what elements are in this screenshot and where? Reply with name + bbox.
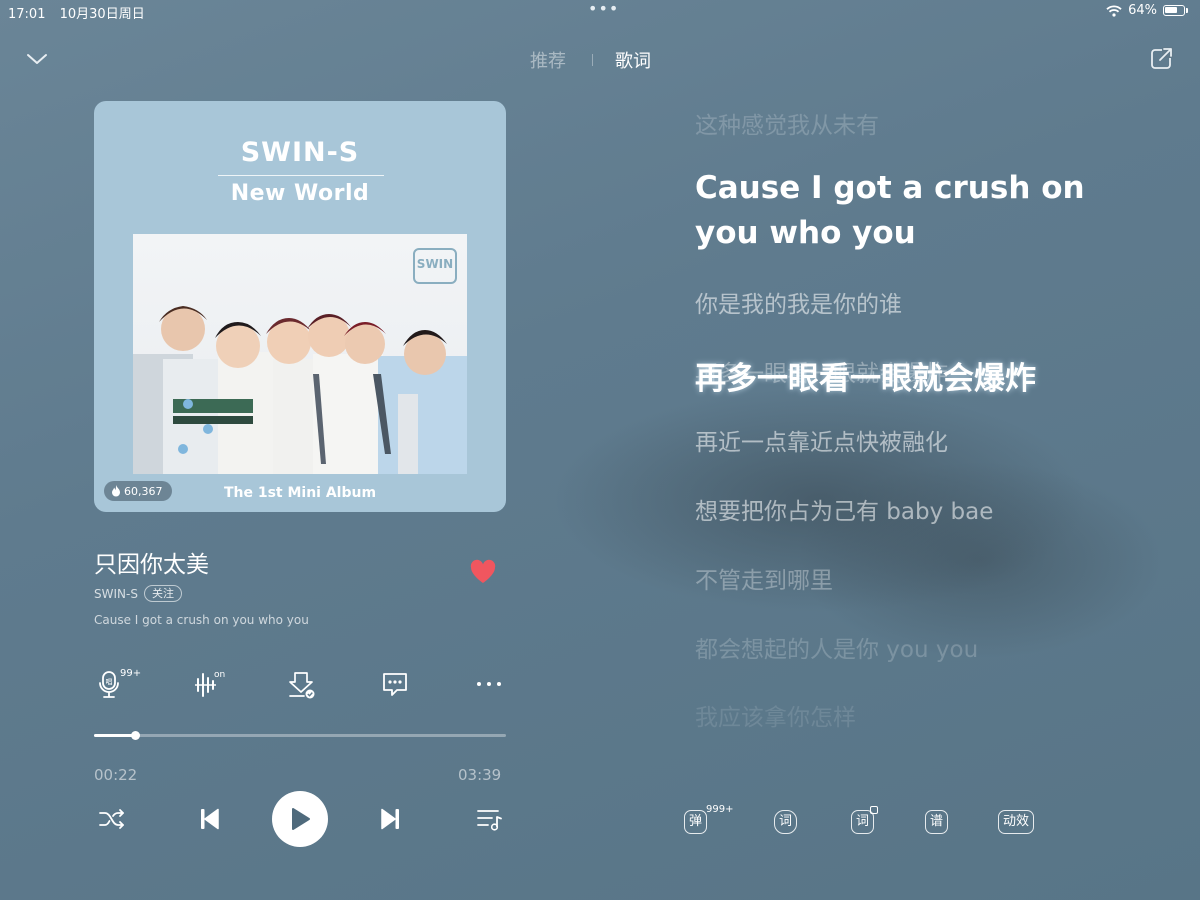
comment-icon — [383, 673, 407, 696]
lyric-line-current[interactable]: Cause I got a crush on you who you — [695, 166, 1115, 256]
heart-icon — [470, 559, 496, 583]
artist-row: SWIN-S 关注 — [94, 585, 182, 602]
effect-button[interactable]: 动效 — [998, 806, 1035, 838]
battery-percent: 64% — [1128, 3, 1157, 18]
time-total: 03:39 — [458, 766, 502, 784]
status-bar-right: 64% — [1106, 3, 1188, 18]
previous-button[interactable] — [198, 806, 222, 832]
album-title-text: New World — [230, 181, 370, 206]
progress-knob[interactable] — [131, 731, 141, 740]
lyric-line-highlight[interactable]: 再多一眼看一眼就会爆炸 — [695, 353, 1036, 398]
tab-recommend[interactable]: 推荐 — [530, 47, 566, 73]
album-divider — [218, 175, 384, 176]
battery-tip — [1186, 8, 1188, 13]
lyric-line[interactable]: 再近一点靠近点快被融化 — [695, 423, 948, 457]
download-button[interactable] — [286, 669, 320, 703]
artist-name[interactable]: SWIN-S — [94, 587, 138, 601]
more-dots-icon — [477, 682, 501, 686]
progress-slider[interactable] — [94, 731, 506, 740]
next-button[interactable] — [378, 806, 402, 832]
status-time: 17:01 — [8, 7, 46, 22]
tab-lyrics[interactable]: 歌词 — [615, 47, 651, 73]
lyric-word-label: 词 — [774, 810, 798, 834]
danmaku-button[interactable]: 弹 999+ — [684, 804, 733, 838]
sound-effect-button[interactable]: on — [192, 669, 226, 703]
wifi-icon — [1106, 4, 1122, 17]
shuffle-icon — [99, 809, 124, 829]
download-check-icon — [289, 672, 315, 699]
status-bar-left: 17:01 10月30日周日 — [8, 3, 155, 22]
score-button[interactable]: 谱 — [925, 806, 949, 838]
lyric-word-button[interactable]: 词 — [774, 806, 798, 838]
album-cover[interactable]: SWIN-S New World SWIN 60,367 The 1st Min… — [94, 101, 506, 512]
tab-divider — [592, 54, 593, 66]
skip-previous-icon — [201, 808, 219, 830]
danmaku-label: 弹 — [684, 810, 708, 834]
effect-label: 动效 — [998, 810, 1035, 834]
progress-fill — [94, 734, 136, 737]
sing-button[interactable]: 唱 99+ — [94, 668, 141, 703]
skip-next-icon — [381, 808, 399, 830]
comment-button[interactable] — [380, 669, 414, 703]
status-date: 10月30日周日 — [59, 7, 145, 22]
battery-icon — [1163, 5, 1185, 16]
current-lyric-preview: Cause I got a crush on you who you — [94, 613, 309, 627]
lyric-line[interactable]: 这种感觉我从未有 — [695, 106, 879, 140]
sound-effect-badge: on — [214, 670, 226, 680]
share-button[interactable] — [1150, 46, 1174, 70]
playlist-button[interactable] — [476, 806, 504, 832]
band-logo: SWIN — [413, 248, 457, 284]
lyric-line[interactable]: 你是我的我是你的谁 — [695, 285, 902, 319]
lyric-translate-button[interactable]: 词 — [851, 806, 878, 838]
collapse-button[interactable] — [24, 46, 50, 72]
score-label: 谱 — [925, 810, 949, 834]
song-title: 只因你太美 — [94, 552, 209, 578]
shuffle-button[interactable] — [98, 806, 126, 832]
play-icon — [292, 808, 310, 830]
album-artist-text: SWIN-S — [240, 137, 360, 168]
like-button[interactable] — [468, 558, 498, 586]
share-external-icon — [1151, 47, 1173, 69]
lyric-line[interactable]: 我应该拿你怎样 — [695, 698, 856, 732]
more-button[interactable] — [474, 669, 508, 703]
time-current: 00:22 — [94, 766, 138, 784]
lyric-line[interactable]: 想要把你占为己有 baby bae — [695, 492, 993, 526]
multitask-dots[interactable]: ••• — [588, 0, 619, 18]
lyric-line[interactable]: 不管走到哪里 — [695, 561, 833, 595]
chevron-down-icon — [27, 54, 47, 64]
sing-badge: 99+ — [120, 668, 142, 679]
album-photo: SWIN — [133, 234, 467, 474]
lyric-line[interactable]: 都会想起的人是你 you you — [695, 630, 978, 664]
translate-corner-icon — [870, 806, 878, 814]
follow-button[interactable]: 关注 — [143, 585, 182, 602]
header-tabs: 推荐 歌词 — [530, 47, 651, 73]
svg-text:唱: 唱 — [106, 678, 113, 686]
playlist-icon — [477, 810, 502, 831]
danmaku-badge: 999+ — [706, 804, 734, 815]
play-button[interactable] — [272, 791, 328, 847]
album-subtitle: The 1st Mini Album — [223, 485, 377, 501]
